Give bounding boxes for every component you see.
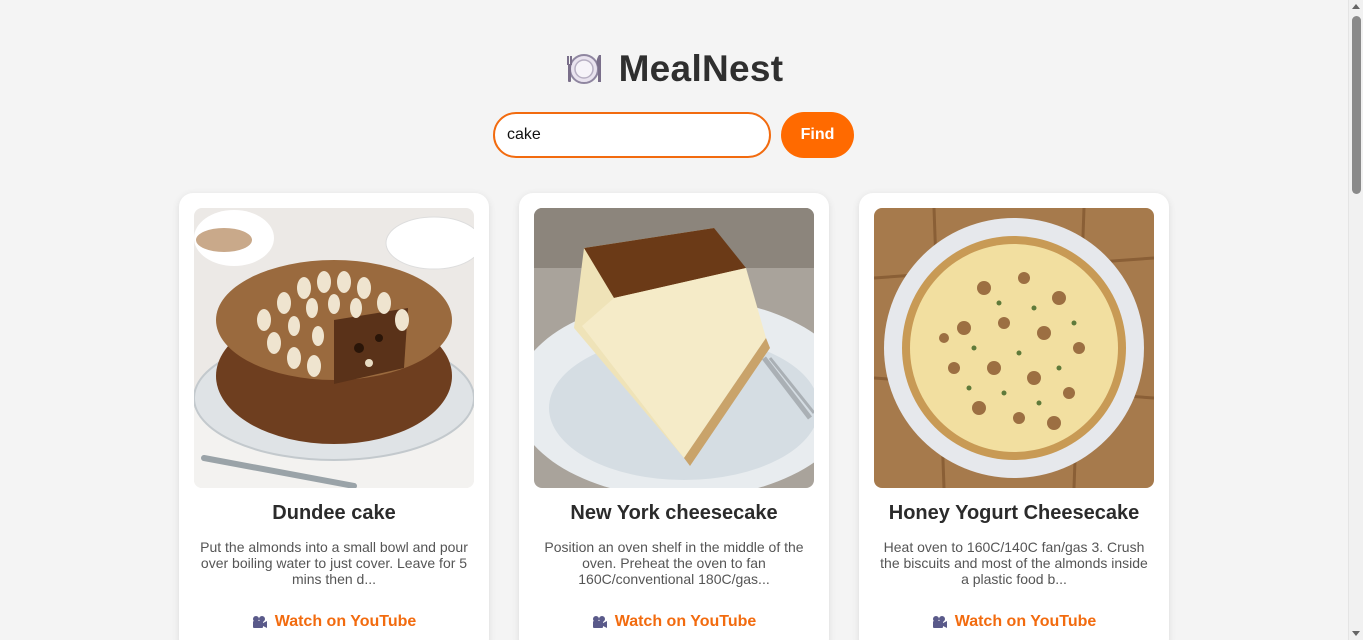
brand-header: MealNest [0,48,1348,90]
recipe-card-new-york-cheesecake: New York cheesecake Position an oven she… [519,193,829,640]
page: MealNest Find [0,0,1363,640]
recipe-card-dundee-cake: Dundee cake Put the almonds into a small… [179,193,489,640]
app-title: MealNest [618,48,784,89]
scroll-down-arrow-icon[interactable] [1352,631,1360,636]
watch-on-youtube-link[interactable]: Watch on YouTube [179,613,489,631]
video-camera-icon [252,615,268,629]
recipe-card-honey-yogurt-cheesecake: Honey Yogurt Cheesecake Heat oven to 160… [859,193,1169,640]
watch-on-youtube-label: Watch on YouTube [274,613,417,630]
watch-on-youtube-label: Watch on YouTube [614,613,757,630]
recipe-image-dundee-cake[interactable] [194,208,474,488]
recipe-title: Dundee cake [272,502,396,524]
video-camera-icon [932,615,948,629]
video-camera-icon [592,615,608,629]
vertical-scrollbar[interactable] [1348,0,1363,640]
plate-with-cutlery-icon [565,50,603,88]
watch-on-youtube-link[interactable]: Watch on YouTube [859,613,1169,631]
recipe-description: Put the almonds into a small bowl and po… [200,539,468,587]
recipe-description: Position an oven shelf in the middle of … [544,539,804,587]
recipe-title: Honey Yogurt Cheesecake [888,502,1140,524]
scroll-up-arrow-icon[interactable] [1352,4,1360,9]
recipe-title: New York cheesecake [570,502,778,524]
recipe-image-honey-yogurt-cheesecake[interactable] [874,208,1154,488]
watch-on-youtube-label: Watch on YouTube [954,613,1097,630]
recipe-description: Heat oven to 160C/140C fan/gas 3. Crush … [880,539,1148,587]
search-bar: Find [493,112,854,158]
search-input[interactable] [493,112,771,158]
find-button[interactable]: Find [781,112,854,158]
scrollbar-thumb[interactable] [1352,16,1361,194]
watch-on-youtube-link[interactable]: Watch on YouTube [519,613,829,631]
recipe-image-new-york-cheesecake[interactable] [534,208,814,488]
